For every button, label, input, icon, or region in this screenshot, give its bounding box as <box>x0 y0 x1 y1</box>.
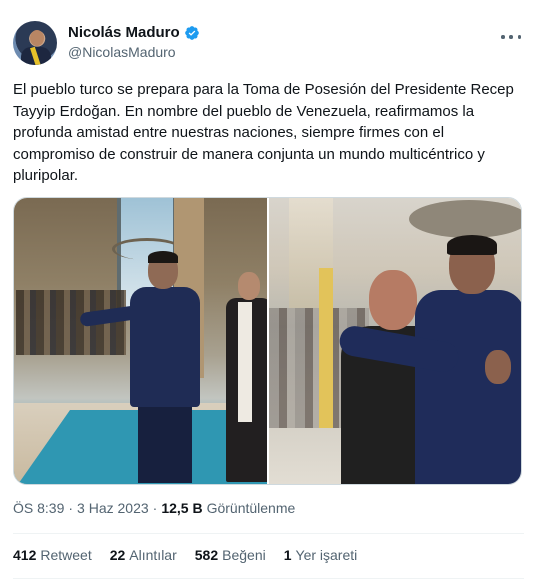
verified-badge-icon <box>184 25 199 40</box>
divider <box>13 533 524 534</box>
retweets-label: Retweet <box>40 547 92 563</box>
author-display-name[interactable]: Nicolás Maduro <box>68 24 180 41</box>
meta-separator: · <box>68 500 74 516</box>
bookmarks-stat[interactable]: 1 Yer işareti <box>284 547 358 563</box>
avatar-face <box>30 30 44 46</box>
photo-man-in-suit <box>79 251 206 483</box>
bookmarks-count: 1 <box>283 547 292 563</box>
avatar[interactable] <box>13 21 57 65</box>
photo-man-embracing <box>336 235 521 484</box>
likes-label: Beğeni <box>222 547 266 563</box>
author-handle[interactable]: @NicolasMaduro <box>68 44 200 60</box>
meta-separator: · <box>152 500 158 516</box>
likes-count: 582 <box>194 547 219 563</box>
likes-stat[interactable]: 582 Beğeni <box>195 547 266 563</box>
retweets-count: 412 <box>13 547 37 563</box>
quotes-label: Alıntılar <box>129 547 177 563</box>
photo-flag <box>318 268 333 428</box>
retweets-stat[interactable]: 412 Retweet <box>13 547 92 563</box>
engagement-stats: 412 Retweet 22 Alıntılar 582 Beğeni 1 Ye… <box>13 547 357 563</box>
quotes-stat[interactable]: 22 Alıntılar <box>110 547 177 563</box>
photo-ceiling <box>408 200 521 238</box>
tweet-meta: ÖS 8:39 · 3 Haz 2023 · 12,5 B Görüntülen… <box>13 500 295 516</box>
photo-woman <box>222 272 267 482</box>
tweet-media <box>13 197 522 485</box>
author-display-name-row[interactable]: Nicolás Maduro <box>68 24 200 41</box>
photo-embrace[interactable] <box>268 198 521 484</box>
author-names: Nicolás Maduro @NicolasMaduro <box>68 24 200 60</box>
divider <box>13 578 524 579</box>
quotes-count: 22 <box>109 547 126 563</box>
more-options-icon[interactable] <box>501 29 521 45</box>
tweet-header: Nicolás Maduro @NicolasMaduro <box>13 13 525 65</box>
photo-maduro-walking[interactable] <box>14 198 267 484</box>
tweet-text: El pueblo turco se prepara para la Toma … <box>13 81 514 185</box>
views-count: 12,5 B <box>161 500 203 516</box>
bookmarks-label: Yer işareti <box>295 547 358 563</box>
tweet-date[interactable]: 3 Haz 2023 <box>77 500 149 516</box>
tweet-time[interactable]: ÖS 8:39 <box>13 500 64 516</box>
views-label: Görüntülenme <box>206 500 296 516</box>
